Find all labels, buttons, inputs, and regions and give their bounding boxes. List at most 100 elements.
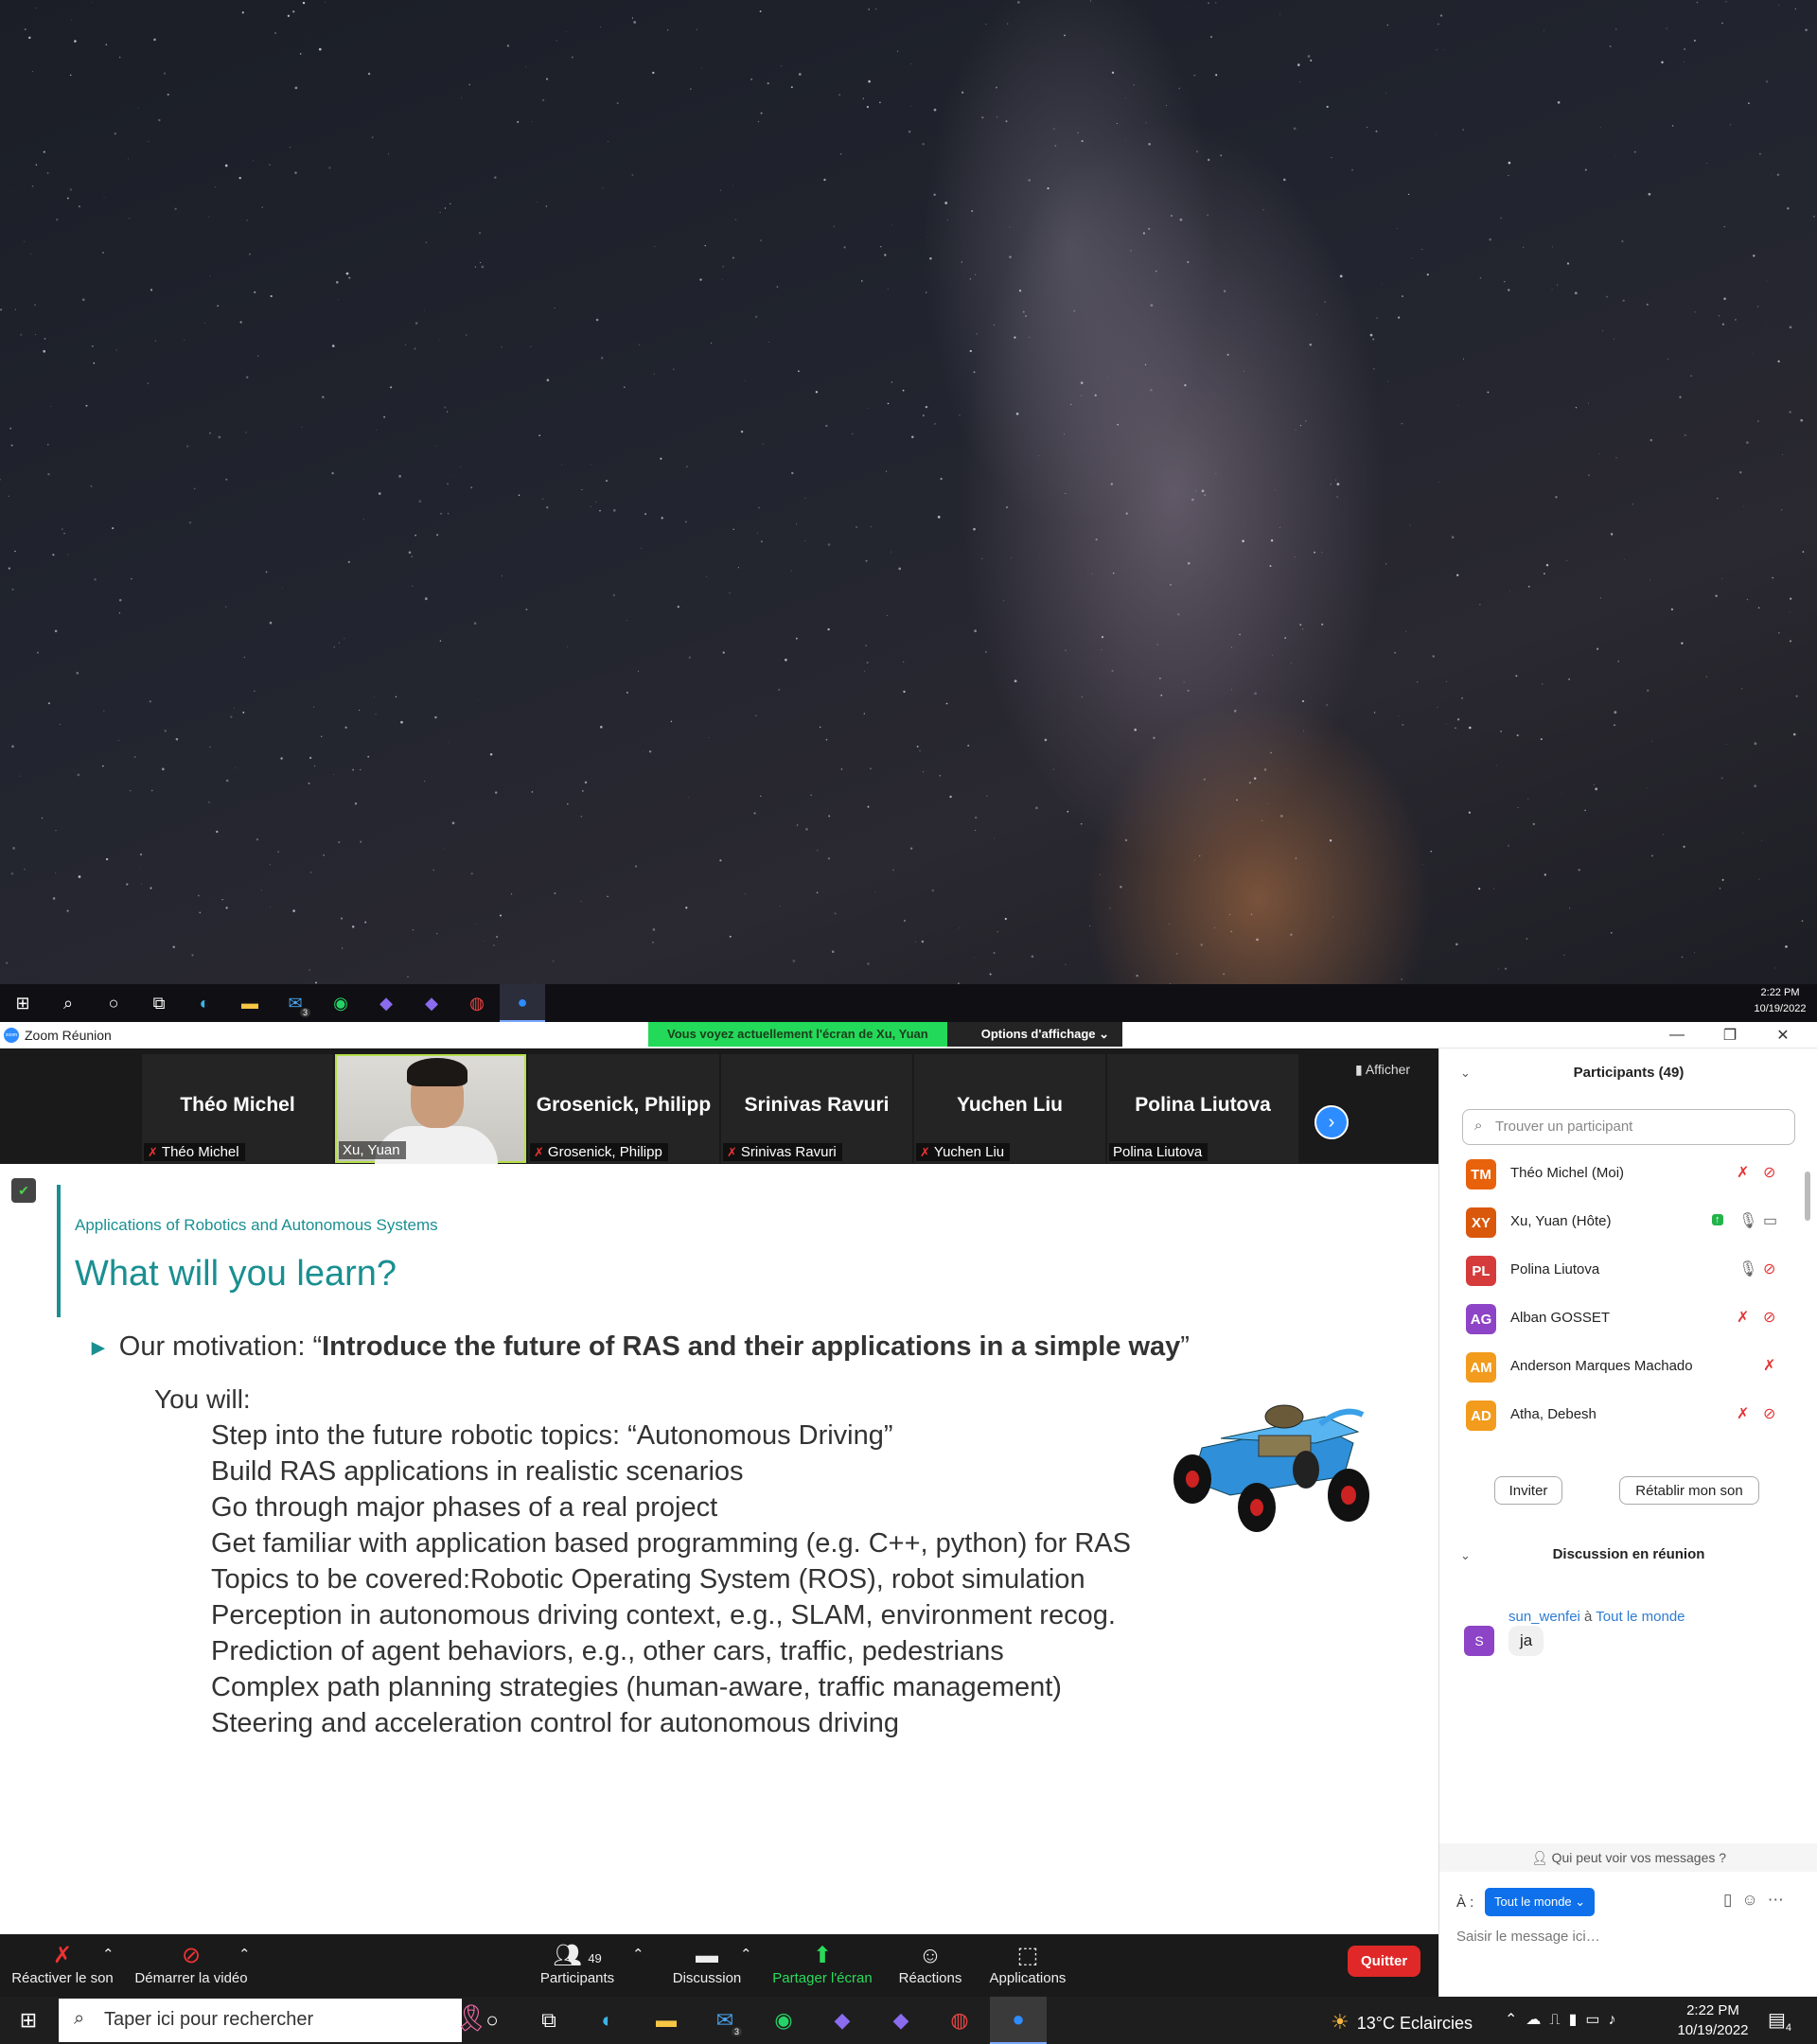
participant-search-input[interactable]: ⌕ Trouver un participant	[1462, 1109, 1795, 1145]
more-icon[interactable]: ⋯	[1768, 1891, 1793, 1909]
edge-icon[interactable]: ◐	[182, 984, 227, 1022]
window-title: Zoom Réunion	[25, 1027, 112, 1043]
obsidian-icon[interactable]: ◆	[409, 984, 454, 1022]
taskbar-search-input[interactable]: ⌕ Taper ici pour rechercher 🎗︎	[59, 1999, 488, 2042]
volume-icon[interactable]: ♪	[1609, 2012, 1625, 2028]
obsidian-icon[interactable]: ◆	[873, 1997, 929, 2044]
cortana-icon[interactable]: ○	[464, 1997, 520, 2044]
participant-row[interactable]: XY Xu, Yuan (Hôte) ↑ 🎙︎ ▭	[1439, 1198, 1799, 1246]
usb-icon[interactable]: ⎍	[1549, 2012, 1568, 2028]
mic-icon[interactable]: 🎙︎	[1738, 1260, 1757, 1278]
unmute-button[interactable]: ✗ Réactiver le son	[11, 1942, 114, 1986]
windows-start-icon[interactable]: ⊞	[0, 1997, 57, 2044]
participant-row[interactable]: TM Théo Michel (Moi) ✗ ⊘	[1439, 1150, 1799, 1198]
search-icon: ⌕	[74, 2008, 85, 2029]
zoom-icon[interactable]: ●	[990, 1997, 1047, 2044]
cortana-icon[interactable]: ○	[91, 984, 136, 1022]
chat-sender[interactable]: sun_wenfei	[1508, 1609, 1580, 1625]
emoji-icon[interactable]: ☺	[1741, 1891, 1767, 1909]
cloud-icon[interactable]: ☁	[1526, 2012, 1549, 2028]
video-off-icon[interactable]: ⊘	[1763, 1308, 1775, 1327]
chat-recipient-dropdown[interactable]: Tout le monde ⌄	[1485, 1888, 1596, 1916]
video-off-icon[interactable]: ⊘	[1763, 1163, 1775, 1182]
mic-muted-icon[interactable]: ✗	[1737, 1163, 1749, 1182]
reactions-button[interactable]: ☺ Réactions	[891, 1942, 969, 1986]
task-view-icon[interactable]: ⧉	[136, 984, 182, 1022]
tile-name: Polina Liutova	[1135, 1094, 1271, 1116]
share-screen-button[interactable]: ⬆ Partager l'écran	[767, 1942, 878, 1986]
chat-message-input[interactable]: Saisir le message ici…	[1456, 1929, 1600, 1945]
video-off-icon[interactable]: ⊘	[1763, 1404, 1775, 1423]
whatsapp-icon[interactable]: ◉	[755, 1997, 812, 2044]
video-tile[interactable]: Grosenick, Philipp ✗ Grosenick, Philipp	[528, 1054, 719, 1163]
mic-muted-icon[interactable]: ✗	[1737, 1308, 1749, 1327]
whatsapp-icon[interactable]: ◉	[318, 984, 363, 1022]
clock-bottom[interactable]: 2:22 PM 10/19/2022	[1675, 2000, 1751, 2040]
notifications-icon[interactable]: ▤4	[1768, 2008, 1791, 2034]
audio-options-caret-icon[interactable]: ⌃	[102, 1946, 115, 1963]
chevron-up-icon[interactable]: ⌃	[1505, 2012, 1526, 2028]
system-tray: ⌃☁⎍▮▭♪	[1505, 2010, 1625, 2029]
obsidian-icon[interactable]: ◆	[363, 984, 409, 1022]
tile-caption-text: Théo Michel	[161, 1144, 239, 1160]
windows-start-icon[interactable]: ⊞	[0, 984, 45, 1022]
shield-icon[interactable]: ✔	[11, 1178, 36, 1203]
participant-row[interactable]: AG Alban GOSSET ✗ ⊘	[1439, 1295, 1799, 1343]
file-icon[interactable]: ▯	[1723, 1891, 1741, 1909]
video-options-caret-icon[interactable]: ⌃	[238, 1946, 251, 1963]
side-panel: ⌄ Participants (49) ⌕ Trouver un partici…	[1438, 1048, 1817, 2044]
mic-icon[interactable]: 🎙︎	[1738, 1211, 1757, 1230]
battery-icon[interactable]: ▭	[1585, 2012, 1608, 2028]
view-options-button[interactable]: Options d'affichage ⌄	[946, 1022, 1123, 1047]
participant-row[interactable]: PL Polina Liutova 🎙︎ ⊘	[1439, 1246, 1799, 1295]
mail-icon[interactable]: ✉ 3	[697, 1997, 753, 2044]
chrome-icon[interactable]: ◍	[454, 984, 500, 1022]
chat-button[interactable]: ▬ Discussion	[666, 1942, 748, 1986]
apps-button[interactable]: ⬚ Applications	[984, 1942, 1071, 1986]
mic-icon[interactable]: ▮	[1569, 2012, 1586, 2028]
restore-sound-button[interactable]: Rétablir mon son	[1619, 1476, 1759, 1505]
mic-muted-icon[interactable]: ✗	[1737, 1404, 1749, 1423]
video-tile-host[interactable]: Xu, Yuan	[335, 1054, 526, 1164]
apps-label: Applications	[989, 1970, 1067, 1986]
close-button[interactable]: ✕	[1756, 1022, 1809, 1048]
participants-caret-icon[interactable]: ⌃	[632, 1946, 644, 1963]
next-page-button[interactable]: ›	[1314, 1105, 1349, 1139]
weather-widget[interactable]: ☀ 13°C Eclaircies	[1331, 2010, 1473, 2035]
restore-button[interactable]: ❐	[1703, 1022, 1756, 1048]
edge-icon[interactable]: ◐	[579, 1997, 636, 2044]
participants-scrollbar[interactable]	[1805, 1172, 1810, 1221]
file-explorer-icon[interactable]: ▬	[227, 984, 273, 1022]
mic-muted-icon[interactable]: ✗	[1763, 1356, 1775, 1375]
chat-recipient-value: Tout le monde	[1494, 1894, 1572, 1909]
invite-button[interactable]: Inviter	[1494, 1476, 1562, 1505]
minimize-button[interactable]: —	[1650, 1022, 1703, 1048]
zoom-icon[interactable]: ●	[500, 984, 545, 1022]
participant-row[interactable]: AD Atha, Debesh ✗ ⊘	[1439, 1391, 1799, 1439]
file-explorer-icon[interactable]: ▬	[638, 1997, 695, 2044]
clock-top[interactable]: 2:22 PM 10/19/2022	[1747, 985, 1813, 1017]
chat-caret-icon[interactable]: ⌃	[740, 1946, 752, 1963]
show-video-button[interactable]: ▮ Afficher	[1355, 1062, 1410, 1078]
search-icon[interactable]: ⌕	[45, 984, 91, 1022]
leave-meeting-button[interactable]: Quitter	[1348, 1946, 1421, 1977]
mail-icon[interactable]: ✉ 3	[273, 984, 318, 1022]
start-video-button[interactable]: ⊘ Démarrer la vidéo	[131, 1942, 252, 1986]
chrome-icon[interactable]: ◍	[931, 1997, 988, 2044]
video-off-icon[interactable]: ⊘	[1763, 1260, 1775, 1278]
video-tile[interactable]: Srinivas Ravuri ✗ Srinivas Ravuri	[721, 1054, 912, 1163]
avatar: TM	[1466, 1159, 1496, 1189]
video-tile[interactable]: Polina Liutova Polina Liutova	[1107, 1054, 1298, 1163]
clock-date: 10/19/2022	[1754, 1003, 1807, 1014]
tile-caption-text: Srinivas Ravuri	[740, 1144, 837, 1160]
who-can-see-link[interactable]: 👤︎ Qui peut voir vos messages ?	[1439, 1843, 1817, 1872]
participants-button[interactable]: 👥︎ 49 Participants	[536, 1942, 619, 1986]
chat-recipient-separator: à	[1579, 1609, 1596, 1625]
video-camera-icon[interactable]: ▭	[1763, 1211, 1777, 1230]
video-tile[interactable]: Yuchen Liu ✗ Yuchen Liu	[914, 1054, 1105, 1163]
video-tile[interactable]: Théo Michel ✗ Théo Michel	[142, 1054, 333, 1163]
task-view-icon[interactable]: ⧉	[520, 1997, 577, 2044]
participant-row[interactable]: AM Anderson Marques Machado ✗	[1439, 1343, 1799, 1391]
bullet-item: Steering and acceleration control for au…	[211, 1708, 900, 1738]
obsidian-icon[interactable]: ◆	[814, 1997, 871, 2044]
